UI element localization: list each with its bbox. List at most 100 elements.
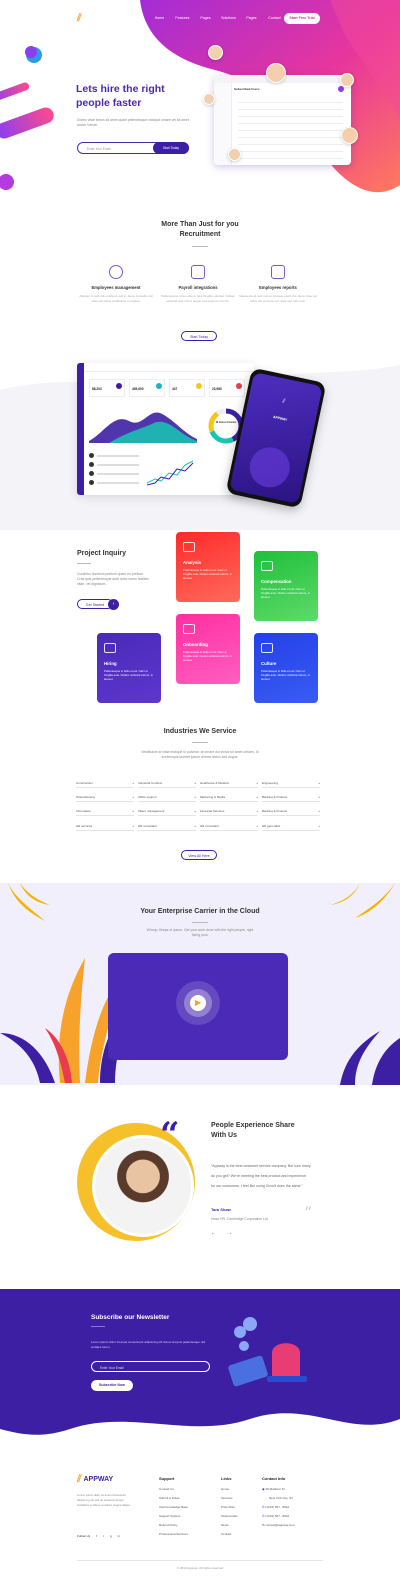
- user-list: [89, 453, 139, 489]
- twitter-icon[interactable]: t: [103, 1534, 104, 1538]
- industry-label: Construction: [76, 780, 93, 785]
- newsletter-email-input[interactable]: Enter Your Email: [91, 1361, 210, 1372]
- industry-item[interactable]: Information +: [76, 806, 134, 816]
- nav-item-home[interactable]: Home: [148, 16, 171, 20]
- inquiry-title: Project Inquiry: [77, 550, 127, 557]
- footer-logo[interactable]: ⫽ APPWAY: [77, 1474, 113, 1485]
- footer-link[interactable]: Submit a Ticket: [159, 1496, 188, 1500]
- footer-link[interactable]: News: [221, 1523, 238, 1527]
- industry-item[interactable]: Industrial Conduct +: [138, 778, 196, 788]
- testimonial-quote: "Appway is the best customer service com…: [211, 1164, 311, 1188]
- mockup-title: Subscribed Users: [234, 87, 260, 91]
- newsletter-illustration: [228, 1317, 307, 1387]
- industry-label: Banking & Finance: [262, 808, 288, 813]
- compensation-icon: [261, 561, 273, 571]
- cloud-title: Your Enterprise Carrier in the Cloud: [140, 908, 260, 915]
- video-player[interactable]: ▶: [108, 953, 288, 1060]
- footer-separator: [77, 1560, 323, 1561]
- card-culture[interactable]: Culture Pellentesque in feliis et est. N…: [254, 633, 318, 703]
- footer-contact: Contact Info ◉ 25 Madison St. New York C…: [262, 1476, 295, 1527]
- industry-item[interactable]: Financial Services +: [200, 806, 258, 816]
- google-plus-icon[interactable]: g: [110, 1534, 112, 1538]
- industry-item[interactable]: Talent management +: [138, 806, 196, 816]
- subscribe-button[interactable]: Subscribe Now: [91, 1380, 133, 1391]
- section-divider: [192, 922, 208, 923]
- analysis-icon: [183, 542, 195, 552]
- contact-line: ✆ (1234) 567 - 8910: [262, 1514, 290, 1518]
- stat-card: 447: [169, 379, 205, 397]
- industry-label: HR consultant: [138, 823, 157, 828]
- plus-icon: +: [194, 794, 196, 799]
- next-arrow-icon[interactable]: →: [227, 1230, 232, 1236]
- list-item: [89, 480, 139, 486]
- avatar: [340, 73, 354, 87]
- mockup-add-icon: [338, 86, 344, 92]
- prev-arrow-icon[interactable]: ←: [211, 1230, 216, 1236]
- logo-mark-icon: ⫽: [77, 13, 82, 24]
- industry-item[interactable]: Banking & Finance +: [262, 806, 320, 816]
- industry-label: Telemarketing: [76, 794, 95, 799]
- hero-start-button[interactable]: Start Today: [153, 142, 189, 154]
- nav-item-solutions[interactable]: Solutions: [217, 16, 240, 20]
- hero-email-input[interactable]: Enter Your Email: [87, 147, 111, 151]
- footer-link[interactable]: Services: [221, 1496, 238, 1500]
- onboarding-icon: [183, 624, 195, 634]
- industry-item[interactable]: HR consultant +: [200, 821, 258, 831]
- arrow-right-icon[interactable]: ›: [108, 599, 119, 610]
- industry-item[interactable]: Banking & Finance +: [262, 792, 320, 802]
- nav-item-pages[interactable]: Pages: [194, 16, 217, 20]
- industry-item[interactable]: Marketing & Media +: [200, 792, 258, 802]
- footer-link[interactable]: Home: [221, 1487, 238, 1491]
- recruitment-title: More Than Just for you Recruitment: [161, 221, 239, 238]
- facebook-icon[interactable]: f: [96, 1534, 97, 1538]
- card-onboarding[interactable]: Onboarding Pellentesque in feliis et est…: [176, 614, 240, 684]
- view-all-button[interactable]: View All Here: [181, 850, 217, 860]
- industry-item[interactable]: Telemarketing +: [76, 792, 134, 802]
- card-hiring[interactable]: Hiring Pellentesque in feliis et est. Na…: [97, 633, 161, 703]
- industry-item[interactable]: HR consultant +: [138, 821, 196, 831]
- avatar: [266, 63, 286, 83]
- industry-item[interactable]: Healthcare & Medical +: [200, 778, 258, 788]
- list-item: [89, 462, 139, 468]
- avatar: [341, 127, 358, 144]
- footer-link[interactable]: Professional Services: [159, 1532, 188, 1536]
- nav-item-contact[interactable]: Contact: [263, 16, 286, 20]
- stat-card: 88,203: [89, 379, 125, 397]
- footer-link[interactable]: Support System: [159, 1514, 188, 1518]
- logo-mark-icon: ⫽: [77, 1474, 82, 1485]
- nav-item-pages-2[interactable]: Pages: [240, 16, 263, 20]
- card-compensation[interactable]: Compensation Pellentesque in feliis et e…: [254, 551, 318, 621]
- main-nav: Home Features Pages Solutions Pages Cont…: [148, 16, 286, 20]
- plus-icon: +: [256, 823, 258, 828]
- footer-link[interactable]: Contact: [221, 1532, 238, 1536]
- footer-link[interactable]: Visit Knowledge Base: [159, 1505, 188, 1509]
- footer-support: Support Contact Us Submit a Ticket Visit…: [159, 1476, 188, 1536]
- footer-link[interactable]: Refund Policy: [159, 1523, 188, 1527]
- list-item: [89, 453, 139, 459]
- play-icon[interactable]: ▶: [190, 995, 206, 1011]
- quote-watermark-icon: ”: [304, 1203, 313, 1222]
- card-analysis[interactable]: Analysis Pellentesque in feliis et est. …: [176, 532, 240, 602]
- industry-item[interactable]: HR services +: [76, 821, 134, 831]
- industry-label: Financial Services: [200, 808, 225, 813]
- avatar: [208, 45, 223, 60]
- industry-item[interactable]: HR generalist +: [262, 821, 320, 831]
- linkedin-icon[interactable]: in: [118, 1534, 120, 1538]
- industry-label: Healthcare & Medical: [200, 780, 229, 785]
- mockup-row: [238, 104, 343, 110]
- recruit-start-button[interactable]: Start Today: [181, 331, 217, 341]
- nav-item-features[interactable]: Features: [171, 16, 194, 20]
- industry-item[interactable]: Engineering +: [262, 778, 320, 788]
- industry-label: Banking & Finance: [262, 794, 288, 799]
- footer-link[interactable]: Testimonials: [221, 1514, 238, 1518]
- line-chart: [147, 460, 194, 486]
- brand-logo[interactable]: ⫽ APPWAY: [77, 14, 121, 24]
- start-trial-button[interactable]: Start Free Trial: [284, 13, 320, 24]
- industry-item[interactable]: Construction +: [76, 778, 134, 788]
- footer-link[interactable]: Contact Us: [159, 1487, 188, 1491]
- feature-payroll-integrations: Payroll integrations Pellentesque id leo…: [158, 265, 238, 303]
- industry-item[interactable]: Office support +: [138, 792, 196, 802]
- stat-icon: [236, 383, 242, 389]
- footer-link[interactable]: Price Plan: [221, 1505, 238, 1509]
- industry-label: HR services: [76, 823, 93, 828]
